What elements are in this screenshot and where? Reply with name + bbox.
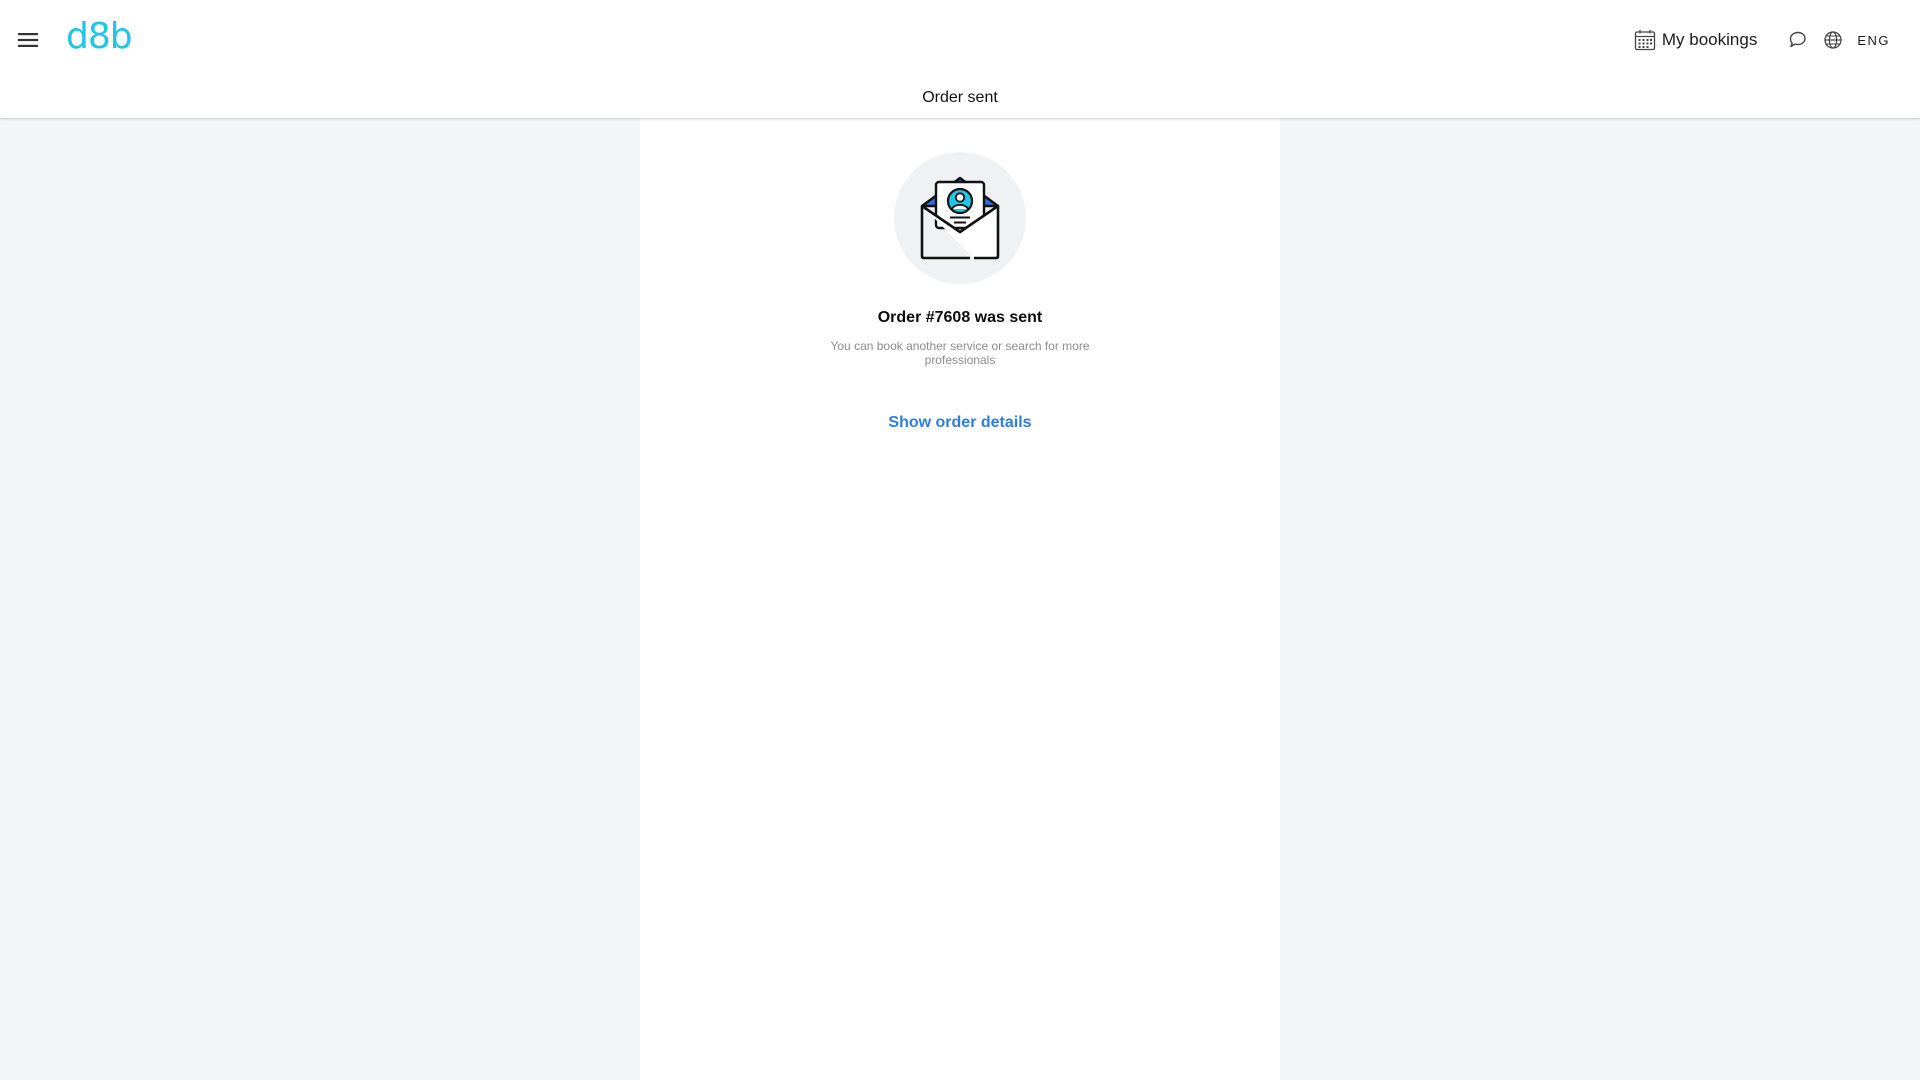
main-content: Order #7608 was sent You can book anothe… [640,118,1280,1080]
chat-button[interactable] [1783,26,1811,54]
calendar-icon [1634,30,1656,51]
language-label: ENG [1857,32,1890,48]
envelope-with-profile-icon [920,176,1000,260]
logo[interactable]: d8b [66,16,133,57]
menu-button[interactable] [14,28,42,52]
chat-icon [1790,31,1807,48]
globe-icon [1824,31,1842,49]
order-sent-heading: Order #7608 was sent [877,309,1043,326]
envelope-illustration [894,152,1026,284]
order-sent-subtitle: You can book another service or search f… [830,339,1090,367]
page-title: Order sent [922,89,998,106]
menu-icon [18,33,38,47]
header-actions: My bookings ENG [1634,26,1890,54]
my-bookings-button[interactable]: My bookings [1634,29,1757,51]
language-selector[interactable]: ENG [1823,30,1890,50]
top-app-bar: d8b My bookings ENG Order sent [0,0,1920,118]
my-bookings-label: My bookings [1661,30,1758,49]
show-order-details-link[interactable]: Show order details [860,414,1060,432]
